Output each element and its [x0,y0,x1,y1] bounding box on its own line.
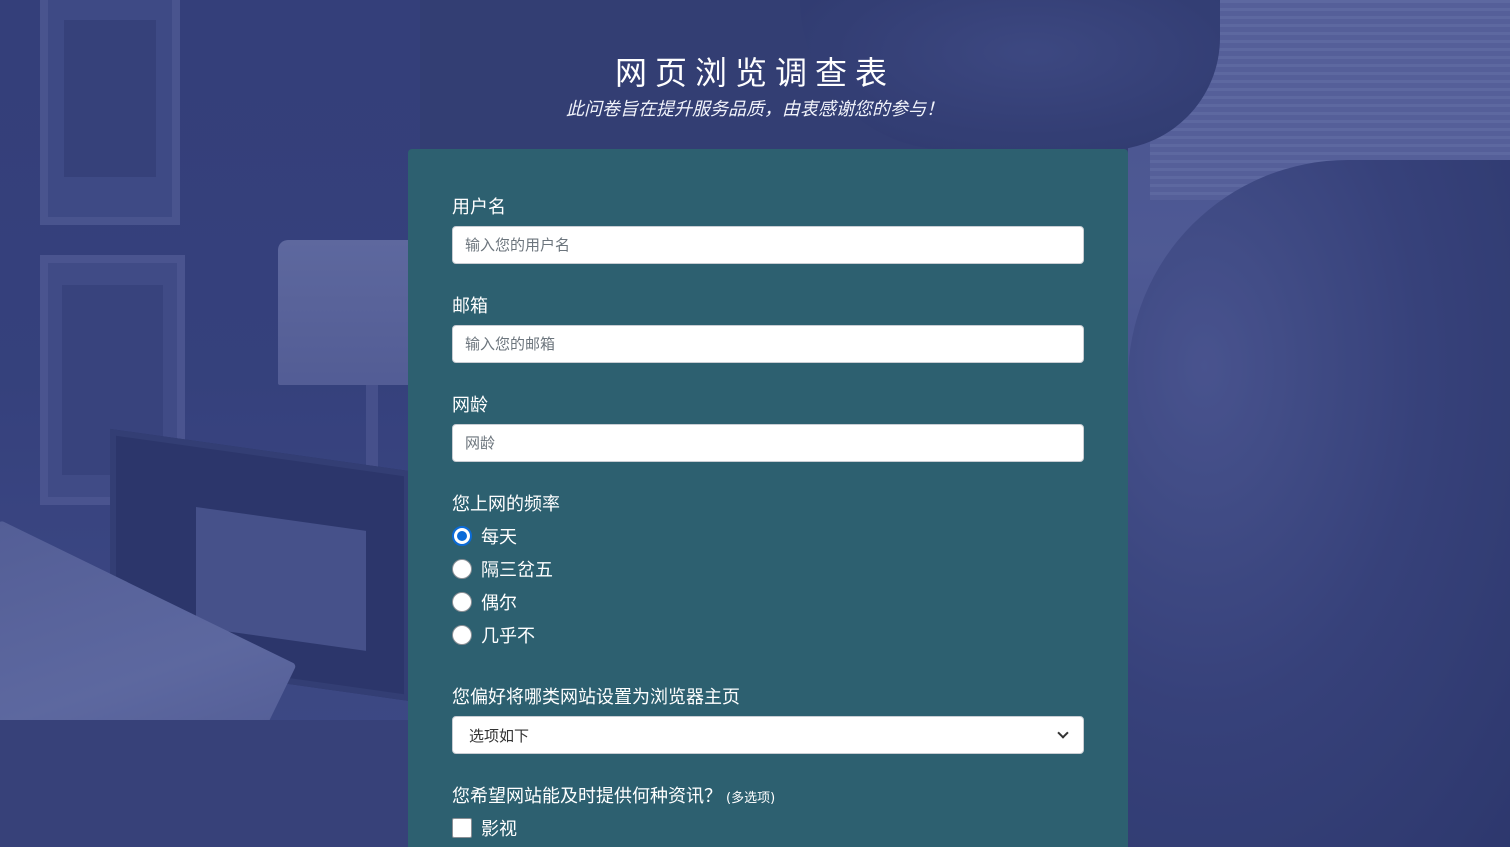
radio-button[interactable] [452,559,472,579]
email-label: 邮箱 [452,296,488,317]
radio-button[interactable] [452,592,472,612]
radio-option-daily[interactable]: 每天 [452,523,517,549]
username-label: 用户名 [452,197,506,218]
checkbox-option-film[interactable]: 影视 [452,816,517,840]
radio-label: 每天 [481,527,517,548]
radio-label: 隔三岔五 [481,560,553,581]
info-label-note: (多选项) [726,791,776,806]
page-subtitle: 此问卷旨在提升服务品质，由衷感谢您的参与！ [566,99,944,120]
radio-button[interactable] [452,625,472,645]
radio-label: 几乎不 [481,626,535,647]
age-label: 网龄 [452,395,488,416]
homepage-label: 您偏好将哪类网站设置为浏览器主页 [452,687,740,708]
radio-label: 偶尔 [481,593,517,614]
info-label: 您希望网站能及时提供何种资讯？ (多选项) [452,782,775,808]
radio-button-checked[interactable] [452,526,472,546]
age-input[interactable] [452,424,1084,462]
page-title: 网页浏览调查表 [614,54,895,92]
email-input[interactable] [452,325,1084,363]
survey-form: 用户名 邮箱 网龄 您上网的频率 每天 隔三岔五 偶尔 几乎不 您偏好将哪类网站… [408,149,1128,847]
username-input[interactable] [452,226,1084,264]
homepage-select-value: 选项如下 [469,726,530,745]
chevron-down-icon [1057,727,1069,739]
frequency-label: 您上网的频率 [452,494,560,515]
homepage-select[interactable]: 选项如下 [452,716,1084,754]
checkbox[interactable] [452,818,472,838]
radio-option-rarely[interactable]: 几乎不 [452,622,535,648]
radio-option-occasionally[interactable]: 偶尔 [452,589,517,615]
checkbox-label: 影视 [481,819,517,840]
info-label-text: 您希望网站能及时提供何种资讯？ [452,786,722,807]
radio-option-every-few-days[interactable]: 隔三岔五 [452,556,553,582]
